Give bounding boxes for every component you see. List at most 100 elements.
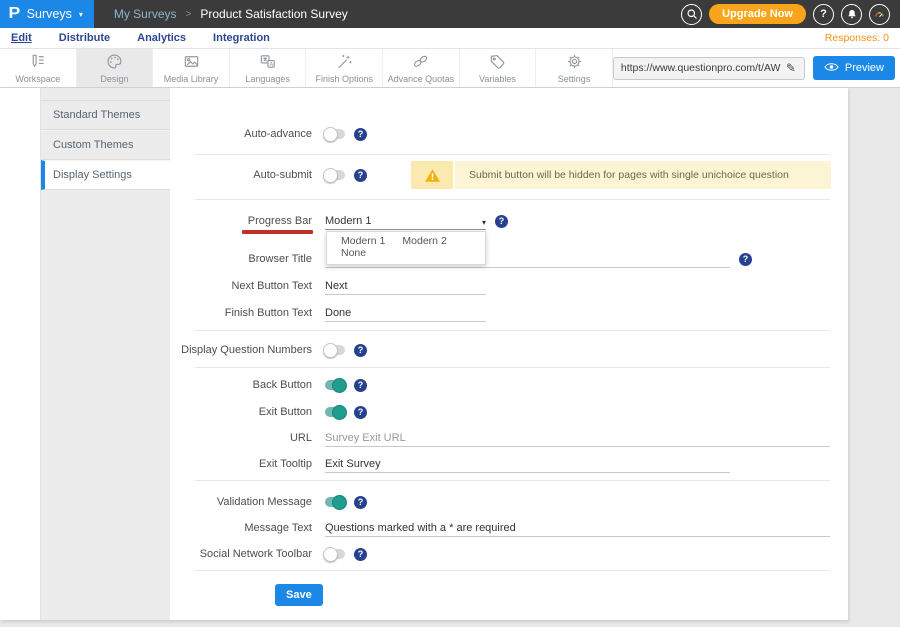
sidebar-item-custom-themes[interactable]: Custom Themes: [41, 130, 170, 160]
progress-bar-row: Progress Bar Modern 1 ▾ Modern 1 Modern …: [170, 208, 848, 234]
finish-options-wand-icon: [335, 52, 354, 73]
dropdown-option-none[interactable]: None: [327, 242, 366, 264]
breadcrumb-separator: >: [186, 9, 192, 20]
warning-message: Submit button will be hidden for pages w…: [455, 161, 789, 189]
toolbar-item-label: Languages: [245, 74, 290, 84]
validation-message-label: Validation Message: [170, 496, 312, 508]
sidebar-item-display-settings[interactable]: Display Settings: [41, 160, 170, 190]
toolbar-item-label: Workspace: [15, 74, 60, 84]
back-button-label: Back Button: [170, 379, 312, 391]
exit-button-label: Exit Button: [170, 406, 312, 418]
content-panel: Standard Themes Custom Themes Display Se…: [0, 88, 848, 620]
variables-tag-icon: [488, 52, 507, 73]
red-underline-annotation: [242, 230, 313, 234]
exit-button-row: Exit Button: [170, 399, 848, 425]
settings-gear-icon: [565, 52, 584, 73]
progress-bar-select[interactable]: Modern 1 ▾: [325, 212, 486, 230]
finish-button-text-row: Finish Button Text Done: [170, 300, 848, 326]
validation-message-help-icon[interactable]: [354, 496, 367, 509]
toolbar-item-design[interactable]: Design: [77, 49, 154, 87]
eye-icon: [824, 62, 839, 75]
notifications-bell-icon[interactable]: [841, 4, 862, 25]
display-question-numbers-help-icon[interactable]: [354, 344, 367, 357]
tab-distribute[interactable]: Distribute: [59, 32, 110, 44]
toolbar-item-label: Finish Options: [315, 74, 373, 84]
toolbar-right-actions: ✎ Preview: [613, 49, 900, 87]
social-network-toolbar-help-icon[interactable]: [354, 548, 367, 561]
chevron-down-icon: ▾: [79, 10, 83, 19]
toolbar-item-finish-options[interactable]: Finish Options: [306, 49, 383, 87]
advance-quotas-chain-icon: [411, 52, 430, 73]
save-row: Save: [170, 582, 848, 608]
auto-submit-toggle[interactable]: [325, 170, 345, 180]
section-divider: [195, 570, 830, 571]
next-button-text-input[interactable]: Next: [325, 278, 486, 295]
validation-message-toggle[interactable]: [325, 497, 345, 507]
save-button[interactable]: Save: [275, 584, 323, 606]
responses-count[interactable]: Responses: 0: [825, 32, 889, 44]
toolbar-item-label: Design: [100, 74, 128, 84]
help-icon[interactable]: ?: [813, 4, 834, 25]
product-switcher[interactable]: P Surveys ▾: [0, 0, 94, 28]
next-button-text-label: Next Button Text: [170, 280, 312, 292]
toolbar-item-label: Media Library: [164, 74, 219, 84]
auto-submit-label: Auto-submit: [170, 169, 312, 181]
progress-bar-help-icon[interactable]: [495, 215, 508, 228]
auto-advance-toggle[interactable]: [325, 129, 345, 139]
display-question-numbers-row: Display Question Numbers: [170, 337, 848, 363]
toolbar-item-settings[interactable]: Settings: [536, 49, 613, 87]
preview-button-label: Preview: [845, 62, 884, 74]
browser-title-label: Browser Title: [170, 253, 312, 265]
progress-bar-selected-value: Modern 1: [325, 215, 371, 227]
media-library-icon: [182, 52, 201, 73]
finish-button-text-label: Finish Button Text: [170, 307, 312, 319]
warning-triangle-icon: [411, 161, 455, 189]
browser-title-help-icon[interactable]: [739, 253, 752, 266]
auto-advance-help-icon[interactable]: [354, 128, 367, 141]
auto-submit-row: Auto-submit Submit button will be hidden…: [170, 161, 848, 189]
exit-button-help-icon[interactable]: [354, 406, 367, 419]
toolbar-item-label: Advance Quotas: [388, 74, 455, 84]
section-divider: [195, 330, 830, 331]
tab-analytics[interactable]: Analytics: [137, 32, 186, 44]
tab-integration[interactable]: Integration: [213, 32, 270, 44]
product-label: Surveys: [27, 7, 72, 21]
workspace-icon: [28, 52, 47, 73]
social-network-toolbar-toggle[interactable]: [325, 549, 345, 559]
left-gutter: [0, 88, 40, 620]
languages-icon: A: [258, 52, 277, 73]
back-button-toggle[interactable]: [325, 380, 345, 390]
edit-url-pencil-icon[interactable]: ✎: [786, 61, 796, 75]
next-button-text-row: Next Button Text Next: [170, 273, 848, 299]
progress-bar-dropdown: Modern 1 Modern 2 None: [326, 231, 486, 265]
toolbar-item-media-library[interactable]: Media Library: [153, 49, 230, 87]
sidebar-item-standard-themes[interactable]: Standard Themes: [41, 100, 170, 130]
breadcrumb-my-surveys[interactable]: My Surveys: [114, 7, 177, 21]
dropdown-option-modern-2[interactable]: Modern 2: [388, 230, 446, 252]
survey-url-box: ✎: [613, 57, 805, 80]
survey-url-input[interactable]: [621, 62, 781, 74]
section-divider: [195, 480, 830, 481]
social-network-toolbar-label: Social Network Toolbar: [170, 548, 312, 560]
preview-button[interactable]: Preview: [813, 56, 895, 80]
toolbar-item-workspace[interactable]: Workspace: [0, 49, 77, 87]
exit-url-input[interactable]: Survey Exit URL: [325, 430, 830, 447]
tab-edit[interactable]: Edit: [11, 32, 32, 44]
auto-submit-help-icon[interactable]: [354, 169, 367, 182]
exit-tooltip-label: Exit Tooltip: [170, 458, 312, 470]
exit-button-toggle[interactable]: [325, 407, 345, 417]
message-text-input[interactable]: Questions marked with a * are required: [325, 520, 830, 537]
breadcrumb: My Surveys > Product Satisfaction Survey: [114, 7, 348, 21]
section-divider: [195, 199, 830, 200]
toolbar-item-languages[interactable]: A Languages: [230, 49, 307, 87]
section-divider: [195, 367, 830, 368]
toolbar-item-advance-quotas[interactable]: Advance Quotas: [383, 49, 460, 87]
search-icon[interactable]: [681, 4, 702, 25]
usage-gauge-icon[interactable]: [869, 4, 890, 25]
display-question-numbers-toggle[interactable]: [325, 345, 345, 355]
back-button-help-icon[interactable]: [354, 379, 367, 392]
exit-tooltip-input[interactable]: Exit Survey: [325, 456, 730, 473]
upgrade-now-button[interactable]: Upgrade Now: [709, 4, 806, 24]
finish-button-text-input[interactable]: Done: [325, 305, 486, 322]
toolbar-item-variables[interactable]: Variables: [460, 49, 537, 87]
